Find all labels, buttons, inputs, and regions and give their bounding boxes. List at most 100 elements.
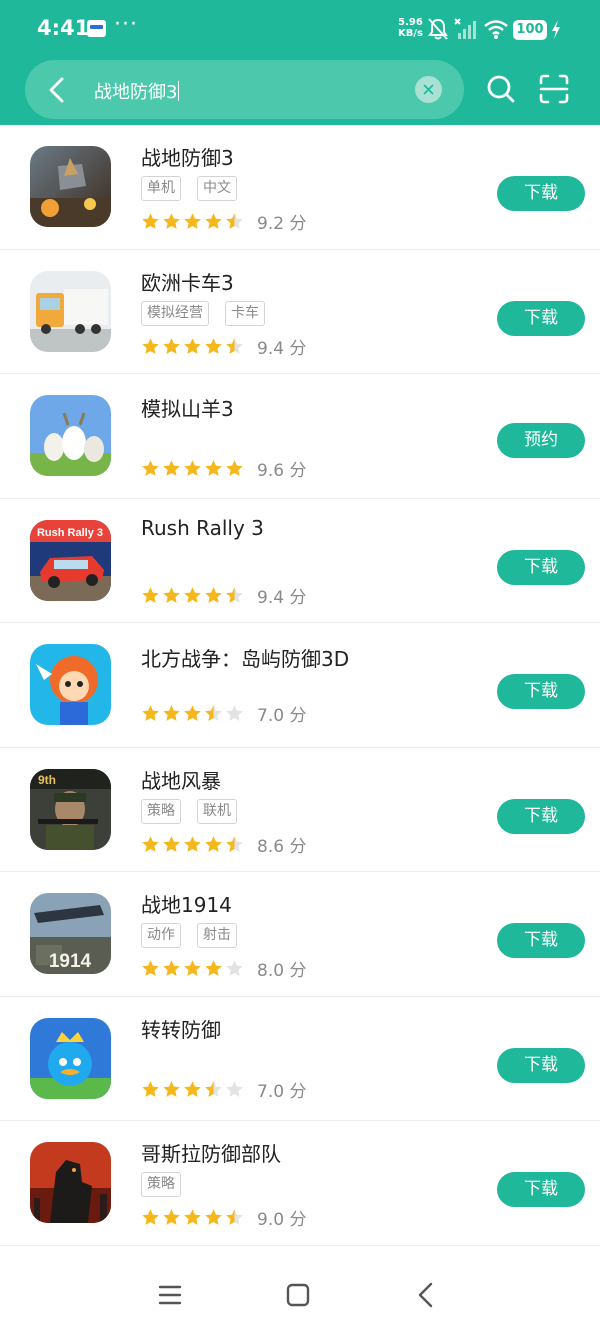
app-list-item[interactable]: 模拟山羊3 9.6 分 预约 [0, 374, 600, 499]
godzilla-defense-icon[interactable] [30, 1142, 111, 1223]
euro-truck-3-icon[interactable] [30, 270, 111, 352]
app-tag: 射击 [197, 923, 237, 948]
app-rating: 9.0 分 [141, 1205, 306, 1230]
rating-score: 7.0 分 [257, 706, 307, 726]
charging-icon [552, 20, 560, 39]
rating-score: 9.6 分 [257, 461, 307, 481]
star-full-icon [142, 337, 159, 354]
download-button[interactable]: 下载 [497, 674, 585, 709]
app-name[interactable]: 转转防御 [141, 1014, 221, 1043]
app-name[interactable]: 模拟山羊3 [141, 393, 234, 422]
menu-icon[interactable] [150, 1275, 190, 1315]
rating-stars [141, 959, 244, 978]
app-list-item[interactable]: 战地防御3 单机 中文 9.2 分 下载 [0, 125, 600, 250]
home-icon[interactable] [278, 1275, 318, 1315]
scan-icon[interactable] [537, 72, 571, 106]
rating-stars [141, 212, 244, 231]
more-notifications-icon: ··· [114, 12, 138, 37]
goat-simulator-3-icon[interactable] [30, 395, 111, 476]
star-half-icon [226, 835, 243, 852]
battlefield-1914-icon[interactable]: 1914 [30, 893, 111, 974]
app-list-item[interactable]: 哥斯拉防御部队策略 9.0 分 下载 [0, 1121, 600, 1246]
app-list-item[interactable]: 转转防御 7.0 分 下载 [0, 997, 600, 1121]
rating-score: 7.0 分 [257, 1081, 307, 1102]
star-half-icon [226, 213, 243, 229]
app-tag: 中文 [197, 176, 237, 201]
app-name[interactable]: Rush Rally 3 [141, 516, 264, 540]
app-name[interactable]: 战地风暴 [141, 765, 221, 794]
star-full-icon [205, 960, 222, 976]
app-tags: 策略 联机 [141, 798, 237, 824]
northern-war-icon[interactable] [30, 644, 111, 725]
war-defense-3-icon[interactable] [30, 146, 111, 227]
text-caret [178, 81, 180, 101]
reserve-button[interactable]: 预约 [497, 423, 585, 458]
rating-stars [141, 586, 244, 605]
star-full-icon [142, 1080, 159, 1097]
rush-rally-3-icon[interactable]: Rush Rally 3 [30, 519, 111, 601]
rating-stars [141, 1080, 244, 1099]
clear-search-button[interactable] [415, 76, 442, 103]
app-tag: 联机 [197, 798, 237, 824]
app-rating: 9.4 分 [141, 583, 306, 608]
app-name[interactable]: 战地1914 [141, 889, 232, 918]
app-list-item[interactable]: 北方战争：岛屿防御3D 7.0 分 下载 [0, 623, 600, 748]
rating-score: 9.2 分 [257, 214, 307, 234]
download-button[interactable]: 下载 [497, 798, 585, 834]
app-list-item[interactable]: 9th 战地风暴策略 联机 8.6 分 下载 [0, 748, 600, 872]
app-rating: 8.6 分 [141, 832, 306, 857]
app-name[interactable]: 哥斯拉防御部队 [141, 1138, 281, 1167]
download-button[interactable]: 下载 [497, 549, 585, 585]
star-full-icon [184, 586, 201, 603]
star-empty-icon [226, 1080, 243, 1097]
system-nav-bar [0, 1255, 600, 1333]
app-tag: 策略 [141, 798, 181, 824]
star-full-icon [163, 960, 180, 976]
star-full-icon [163, 460, 180, 476]
download-button[interactable]: 下载 [497, 176, 585, 211]
download-button[interactable]: 下载 [497, 300, 585, 336]
star-full-icon [184, 460, 201, 476]
svg-text:1914: 1914 [49, 951, 92, 972]
app-name[interactable]: 战地防御3 [141, 142, 234, 171]
star-full-icon [205, 1209, 222, 1225]
star-empty-icon [226, 960, 243, 976]
download-button[interactable]: 下载 [497, 923, 585, 958]
star-full-icon [226, 460, 243, 476]
back-button[interactable] [42, 73, 72, 107]
app-name[interactable]: 欧洲卡车3 [141, 267, 234, 296]
star-full-icon [163, 705, 180, 721]
star-full-icon [205, 337, 222, 354]
star-full-icon [205, 460, 222, 476]
app-list-item[interactable]: Rush Rally 3 Rush Rally 3 9.4 分 下载 [0, 499, 600, 623]
app-list-item[interactable]: 欧洲卡车3 模拟经营 卡车 9.4 分 下载 [0, 250, 600, 374]
search-bar[interactable] [25, 60, 464, 119]
star-full-icon [184, 1209, 201, 1225]
app-header: 4:41 ··· 5.96 KB/s 100 战地防御3 [0, 0, 600, 125]
star-full-icon [163, 835, 180, 852]
battlefield-storm-icon[interactable]: 9th [30, 768, 111, 850]
search-icon[interactable] [484, 72, 518, 106]
app-tag: 策略 [141, 1172, 181, 1197]
app-tag: 卡车 [225, 300, 265, 326]
network-speed: 5.96 KB/s [398, 17, 423, 39]
app-list-item[interactable]: 1914 战地1914 动作 射击 8.0 分 下载 [0, 872, 600, 997]
notification-card-icon [87, 20, 106, 37]
star-full-icon [205, 213, 222, 229]
status-bar: 4:41 ··· 5.96 KB/s 100 [0, 0, 600, 58]
download-button[interactable]: 下载 [497, 1047, 585, 1083]
rating-score: 8.0 分 [257, 961, 307, 981]
star-full-icon [184, 960, 201, 976]
rating-score: 9.4 分 [257, 587, 307, 608]
app-name[interactable]: 北方战争：岛屿防御3D [141, 643, 349, 672]
rating-score: 8.6 分 [257, 836, 307, 857]
star-full-icon [142, 835, 159, 852]
nav-back-icon[interactable] [406, 1275, 446, 1315]
spin-defense-icon[interactable] [30, 1017, 111, 1099]
search-results-list: 战地防御3 单机 中文 9.2 分下载 欧洲卡车3 模拟经营 卡车 9.4 分下载 模拟山羊3 9… [0, 125, 600, 1246]
star-full-icon [142, 960, 159, 976]
download-button[interactable]: 下载 [497, 1172, 585, 1207]
app-rating: 7.0 分 [141, 701, 306, 726]
star-full-icon [163, 1209, 180, 1225]
search-input[interactable]: 战地防御3 [94, 78, 180, 104]
